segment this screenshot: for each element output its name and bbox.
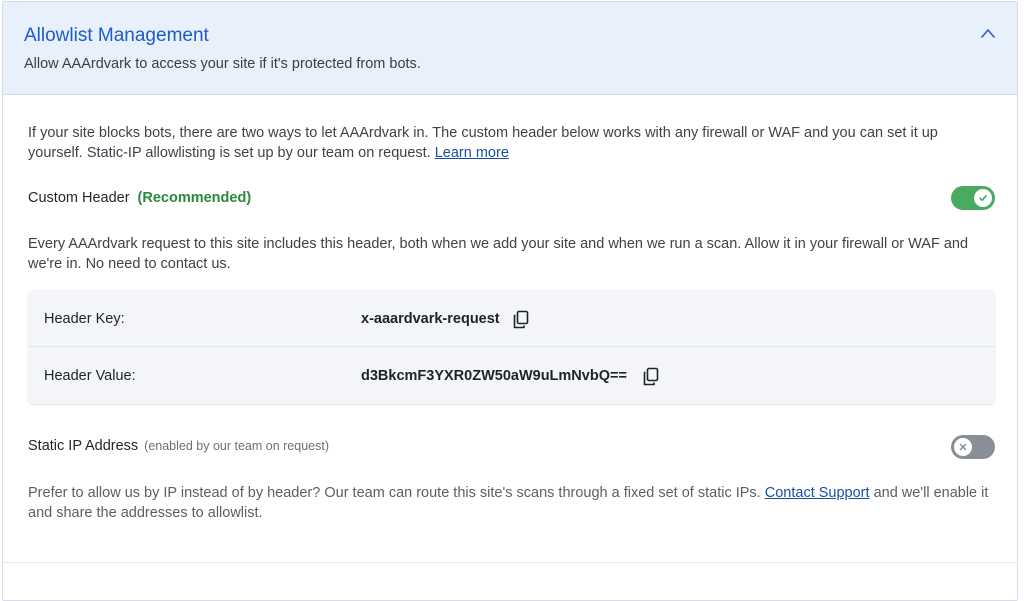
static-ip-note: (enabled by our team on request): [144, 439, 329, 453]
copy-icon[interactable]: [512, 310, 530, 330]
allowlist-panel: Allowlist Management Allow AAArdvark to …: [2, 1, 1018, 601]
copy-icon[interactable]: [642, 367, 660, 387]
toggle-knob: [954, 438, 972, 456]
recommended-badge: (Recommended): [137, 190, 252, 206]
custom-header-label: Custom Header: [28, 190, 130, 206]
static-ip-toggle[interactable]: [951, 435, 995, 459]
check-icon: [979, 194, 987, 202]
learn-more-link[interactable]: Learn more: [435, 145, 509, 161]
row-divider: [28, 346, 995, 347]
contact-support-link[interactable]: Contact Support: [765, 485, 870, 501]
header-value-label: Header Value:: [44, 368, 136, 384]
panel-divider: [3, 562, 1017, 563]
custom-header-toggle[interactable]: [951, 186, 995, 210]
header-details-card: Header Key: x-aaardvark-request Header V…: [28, 290, 995, 404]
custom-header-row: Custom Header (Recommended): [28, 190, 251, 206]
panel-header[interactable]: Allowlist Management Allow AAArdvark to …: [3, 2, 1017, 95]
static-ip-label: Static IP Address: [28, 438, 139, 454]
panel-title: Allowlist Management: [24, 25, 209, 46]
chevron-up-icon[interactable]: [977, 24, 999, 42]
header-key-value: x-aaardvark-request: [361, 311, 500, 327]
header-key-label: Header Key:: [44, 311, 125, 327]
panel-subtitle: Allow AAArdvark to access your site if i…: [24, 56, 421, 72]
intro-text: If your site blocks bots, there are two …: [28, 123, 978, 163]
static-ip-description: Prefer to allow us by IP instead of by h…: [28, 483, 993, 523]
x-icon: [959, 443, 967, 451]
static-ip-desc-before: Prefer to allow us by IP instead of by h…: [28, 485, 765, 501]
static-ip-row: Static IP Address (enabled by our team on…: [28, 438, 329, 454]
toggle-knob: [974, 189, 992, 207]
header-value-value: d3BkcmF3YXR0ZW50aW9uLmNvbQ==: [361, 368, 627, 384]
custom-header-description: Every AAArdvark request to this site inc…: [28, 236, 969, 272]
